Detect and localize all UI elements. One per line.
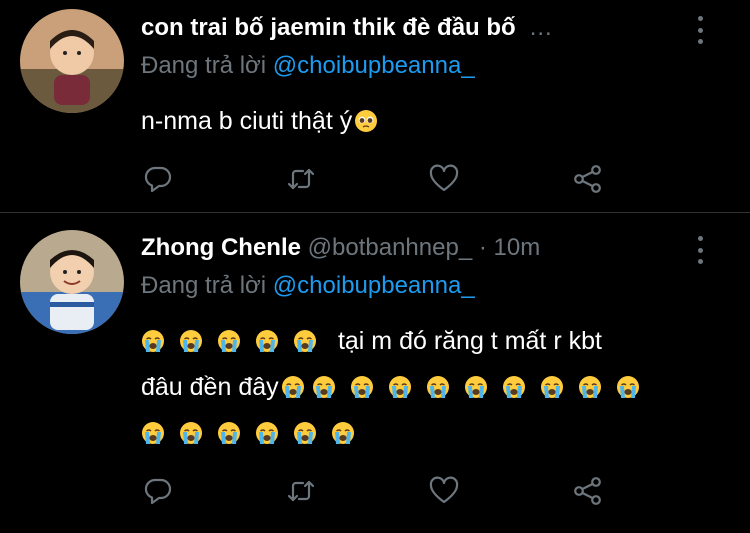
retweet-icon[interactable] [284,474,318,508]
reply-context: Đang trả lời @choibupbeanna_ [141,272,475,300]
mention-link[interactable]: @choibupbeanna_ [273,272,475,299]
tweet-text-line: đâu đền đây [141,364,711,410]
reply-icon[interactable] [141,474,175,508]
tweet-header: Zhong Chenle @botbanhnep_ · 10m [141,234,540,262]
loudly-crying-face-emoji [217,329,241,353]
avatar-photo [20,230,124,334]
loudly-crying-face-emoji [293,421,317,445]
loudly-crying-face-emoji [578,375,602,399]
loudly-crying-face-emoji [281,375,305,399]
separator-dot: · [478,234,487,261]
avatar[interactable] [20,9,124,113]
tweet-text: tại m đó răng t mất r kbt đâu đền đây [141,318,711,456]
loudly-crying-face-emoji [255,329,279,353]
loudly-crying-face-emoji [388,375,412,399]
reply-prefix: Đang trả lời [141,52,267,79]
loudly-crying-face-emoji [540,375,564,399]
tweet-actions [141,162,611,196]
loudly-crying-face-emoji [312,375,336,399]
display-name[interactable]: Zhong Chenle [141,234,301,261]
like-icon[interactable] [427,474,461,508]
tweet-text-content: n-nma b ciuti thật ý [141,107,353,135]
loudly-crying-face-emoji [616,375,640,399]
tweet-divider [0,212,750,213]
loudly-crying-face-emoji [141,421,165,445]
more-options-icon[interactable] [690,236,710,264]
retweet-icon[interactable] [284,162,318,196]
display-name[interactable]: con trai bố jaemin thik đè đầu bố [141,14,516,41]
loudly-crying-face-emoji [217,421,241,445]
loudly-crying-face-emoji [502,375,526,399]
avatar-photo [20,9,124,113]
more-options-icon[interactable] [690,16,710,44]
name-truncation: ... [529,14,553,41]
tweet-actions [141,474,611,508]
share-icon[interactable] [571,474,605,508]
tweet-text-line: tại m đó răng t mất r kbt [141,318,711,364]
loudly-crying-face-emoji [179,329,203,353]
reply-prefix: Đang trả lời [141,272,267,299]
tweet[interactable]: con trai bố jaemin thik đè đầu bố... Đan… [0,0,750,212]
reply-icon[interactable] [141,162,175,196]
loudly-crying-face-emoji [179,421,203,445]
like-icon[interactable] [427,162,461,196]
loudly-crying-face-emoji [426,375,450,399]
loudly-crying-face-emoji [464,375,488,399]
reply-context: Đang trả lời @choibupbeanna_ [141,52,475,80]
loudly-crying-face-emoji [255,421,279,445]
avatar[interactable] [20,230,124,334]
share-icon[interactable] [571,162,605,196]
tweet[interactable]: Zhong Chenle @botbanhnep_ · 10m Đang trả… [0,214,750,533]
tweet-text-content: đâu đền đây [141,373,279,401]
user-handle[interactable]: @botbanhnep_ [308,234,473,261]
loudly-crying-face-emoji [141,329,165,353]
loudly-crying-face-emoji [293,329,317,353]
tweet-text-line [141,410,711,456]
tweet-text-content: tại m đó răng t mất r kbt [337,327,602,355]
loudly-crying-face-emoji [350,375,374,399]
tweet-text: n-nma b ciuti thật ý [141,98,711,144]
mention-link[interactable]: @choibupbeanna_ [273,52,475,79]
tweet-header: con trai bố jaemin thik đè đầu bố... [141,14,553,42]
loudly-crying-face-emoji [331,421,355,445]
pleading-face-emoji [354,109,378,133]
timestamp[interactable]: 10m [494,234,541,261]
